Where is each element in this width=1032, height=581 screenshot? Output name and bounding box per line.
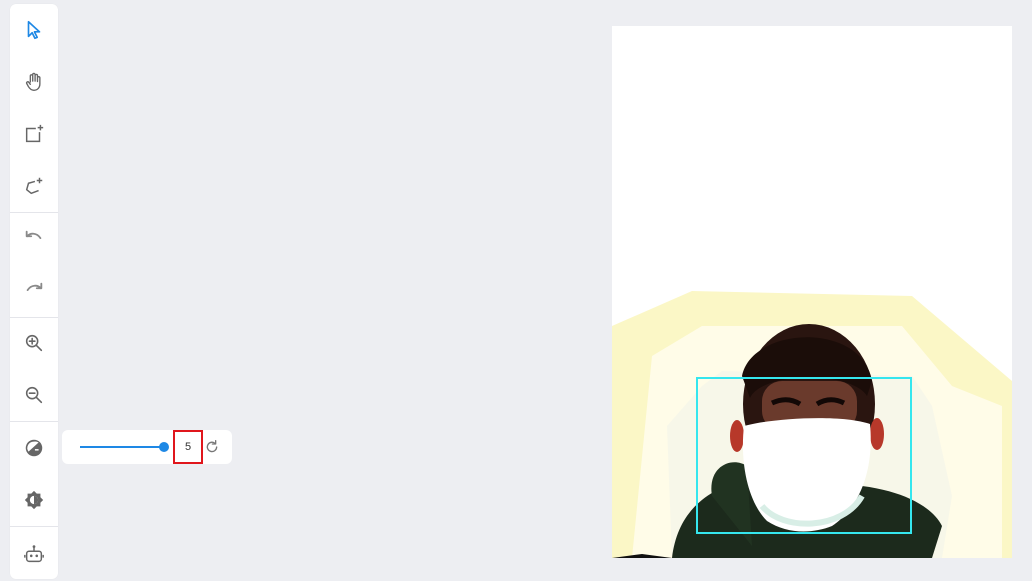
brightness-icon [25, 439, 43, 457]
add-polygon-icon [25, 177, 43, 195]
add-rectangle-button[interactable] [10, 110, 58, 158]
zoom-out-button[interactable] [10, 371, 58, 419]
annotation-canvas-image[interactable] [612, 26, 1012, 558]
toolbar-divider [10, 526, 58, 527]
auto-annotate-button[interactable] [10, 530, 58, 578]
toolbar-divider [10, 421, 58, 422]
annotation-toolbar [10, 4, 58, 579]
zoom-in-button[interactable] [10, 319, 58, 367]
hand-icon [25, 72, 41, 91]
brightness-value[interactable]: 5 [173, 430, 203, 464]
contrast-icon [24, 490, 44, 510]
cursor-icon [27, 20, 41, 40]
toolbar-divider [10, 317, 58, 318]
zoom-in-icon [25, 334, 43, 352]
toolbar-divider [10, 212, 58, 213]
pan-tool-button[interactable] [10, 58, 58, 106]
brightness-adjust-panel: 5 [62, 430, 232, 464]
face-bounding-box[interactable] [696, 377, 912, 534]
redo-icon [26, 282, 43, 291]
zoom-out-icon [25, 386, 43, 404]
brightness-slider-track[interactable] [80, 446, 164, 448]
add-rectangle-icon [25, 124, 44, 143]
brightness-slider-thumb[interactable] [159, 442, 169, 452]
add-polygon-button[interactable] [10, 162, 58, 210]
brightness-button[interactable] [10, 424, 58, 472]
contrast-button[interactable] [10, 476, 58, 524]
undo-icon [25, 230, 42, 239]
robot-icon [24, 545, 44, 563]
redo-button[interactable] [10, 267, 58, 315]
undo-button[interactable] [10, 215, 58, 263]
refresh-icon[interactable] [204, 439, 220, 455]
select-tool-button[interactable] [10, 6, 58, 54]
